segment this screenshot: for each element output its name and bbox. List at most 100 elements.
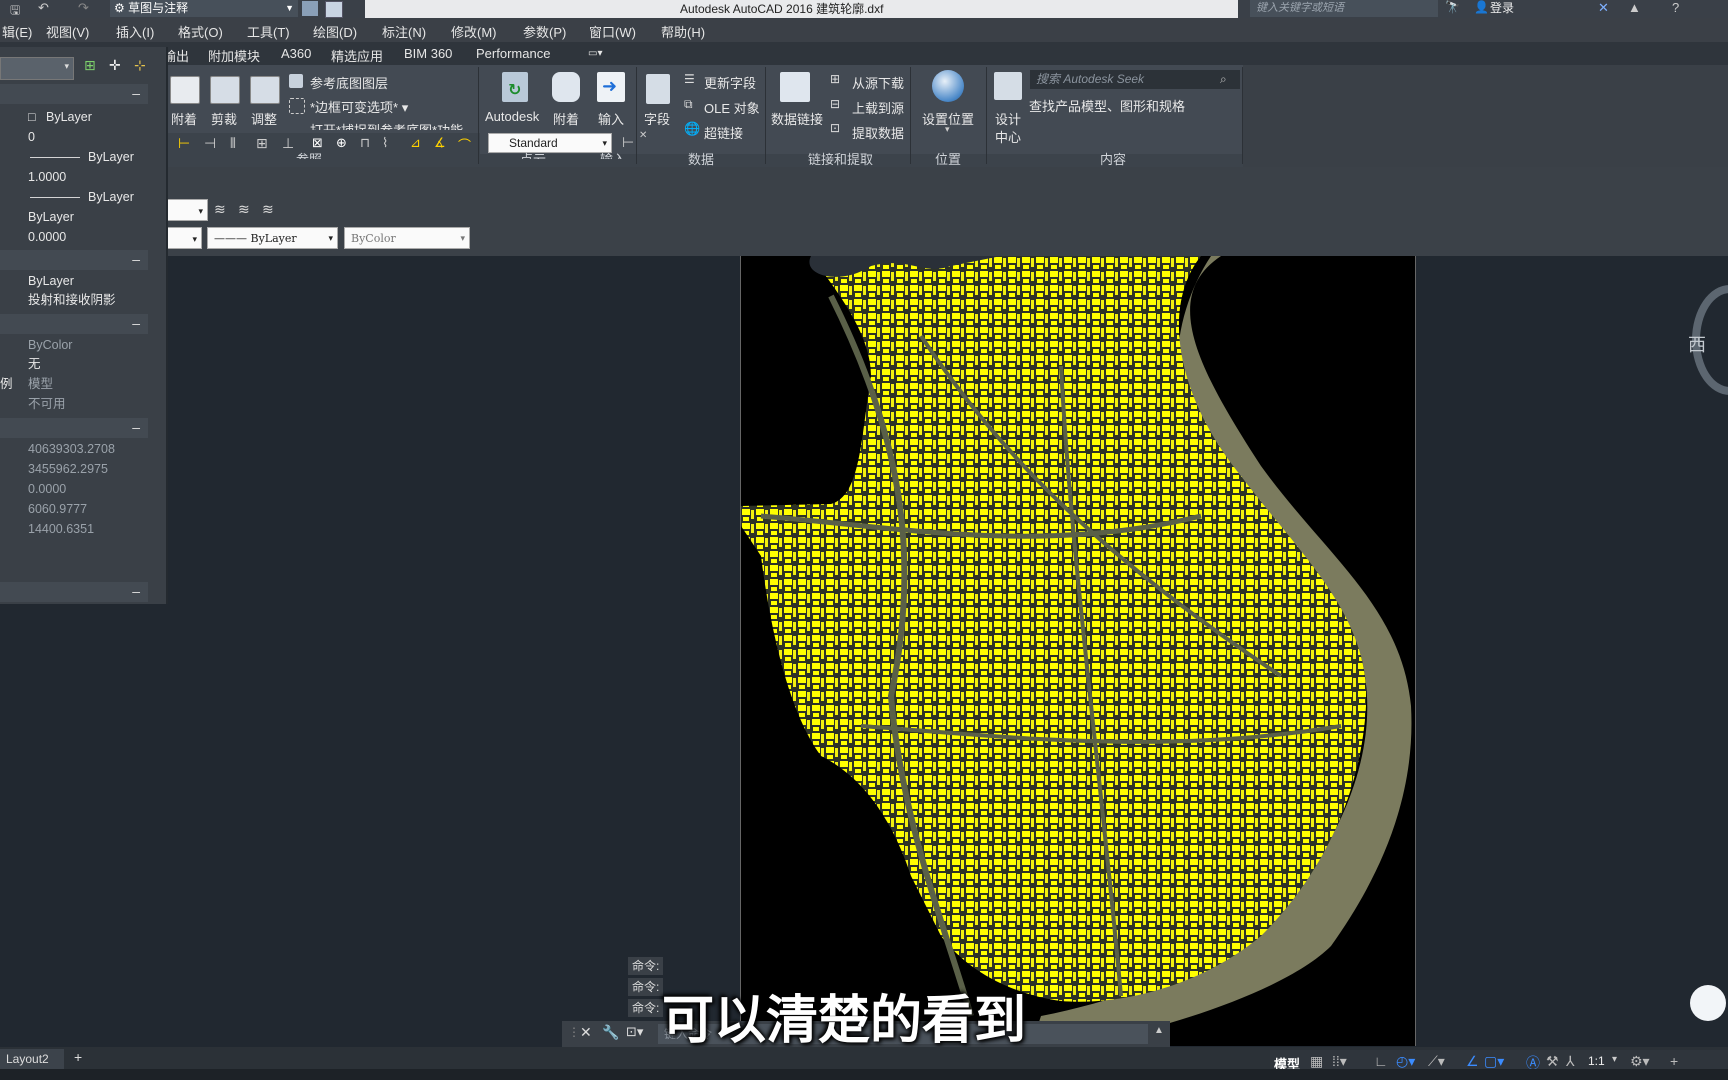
center-mark-icon[interactable]: ⊕ <box>336 135 347 151</box>
exchange-icon[interactable]: ✕ <box>1598 0 1609 16</box>
redo-icon[interactable]: ↷ <box>78 0 89 16</box>
help-icon[interactable]: ? <box>1672 0 1679 15</box>
layer-match-icon[interactable]: ≋ <box>238 201 250 218</box>
menu-format[interactable]: 格式(O) <box>178 22 223 41</box>
menu-dimension[interactable]: 标注(N) <box>382 22 426 41</box>
undo-icon[interactable]: ↶ <box>38 0 49 16</box>
menu-help[interactable]: 帮助(H) <box>661 22 705 41</box>
attach-button[interactable]: 附着 <box>171 109 197 128</box>
snap-icon[interactable]: ⁞⁞▾ <box>1332 1053 1347 1070</box>
continue-dim-icon[interactable]: ⊞ <box>256 135 268 152</box>
hyperlink-button[interactable]: 超链接 <box>704 123 743 142</box>
field-icon[interactable] <box>646 74 670 104</box>
plot-section-header[interactable]: – <box>0 314 148 334</box>
login-link[interactable]: 登录 <box>1490 0 1514 17</box>
underlay-layers-button[interactable]: 参考底图图层 <box>310 73 388 92</box>
customize-icon[interactable]: 🔧 <box>602 1024 619 1041</box>
upload-to-source-button[interactable]: 上载到源 <box>852 98 904 117</box>
angular-dim-icon[interactable]: ∡ <box>434 135 446 151</box>
a360-icon[interactable]: ▲ <box>1628 0 1641 15</box>
design-center-label-1[interactable]: 设计 <box>995 109 1021 128</box>
close-toolbar-icon[interactable]: ✕ <box>639 130 647 141</box>
ribbon-minimize-icon[interactable]: ▭▾ <box>588 48 602 59</box>
selection-dropdown[interactable]: ▾ <box>0 57 74 80</box>
prop-layer[interactable]: 0 <box>0 127 148 147</box>
prop-width[interactable]: 14400.6351 <box>0 519 148 539</box>
viewcube-compass[interactable]: 西 <box>1688 285 1728 395</box>
seek-search-icon[interactable]: ⌕ <box>1220 72 1227 87</box>
user-icon[interactable]: 👤 <box>1474 0 1489 14</box>
general-section-header[interactable]: – <box>0 84 148 104</box>
prop-center-y[interactable]: 3455962.2975 <box>0 459 148 479</box>
text-style-dropdown[interactable]: Standard ▾ <box>488 133 612 153</box>
prop-plot-style[interactable]: ByColor <box>0 335 148 355</box>
download-from-source-button[interactable]: 从源下载 <box>852 73 904 92</box>
update-fields-button[interactable]: 更新字段 <box>704 73 756 92</box>
input-button[interactable]: 输入 <box>598 109 624 128</box>
prop-plot-table[interactable]: 无 <box>0 354 148 374</box>
menu-tools[interactable]: 工具(T) <box>247 22 290 41</box>
tab-featured-apps[interactable]: 精选应用 <box>331 46 383 65</box>
layer-previous-icon[interactable]: ≋ <box>262 201 274 218</box>
linetype-dropdown[interactable]: ——— ByLayer ▾ <box>207 227 338 249</box>
globe-icon[interactable] <box>932 70 964 102</box>
autodesk-seek-input[interactable]: 搜索 Autodesk Seek <box>1030 70 1240 89</box>
baseline-dim-icon[interactable]: ⫴ <box>230 135 236 152</box>
ordinate-dim-icon[interactable]: ⊥ <box>282 135 294 152</box>
prop-center-z[interactable]: 0.0000 <box>0 479 148 499</box>
layer-state-icon[interactable]: ≋ <box>214 201 226 218</box>
command-prompt-icon[interactable]: ⊡▾ <box>626 1024 643 1040</box>
clip-icon[interactable] <box>210 76 240 104</box>
tab-performance[interactable]: Performance <box>476 46 550 61</box>
frames-dropdown[interactable]: *边框可变选项* ▾ <box>310 97 408 116</box>
adjust-icon[interactable] <box>250 76 280 104</box>
grid-icon[interactable]: ▦ <box>1310 1053 1323 1070</box>
input-icon[interactable]: ➜ <box>597 72 625 102</box>
prop-plot-available[interactable]: 不可用 <box>0 394 148 414</box>
prop-lineweight[interactable]: ———— ByLayer <box>0 187 148 207</box>
menu-insert[interactable]: 插入(I) <box>116 22 154 41</box>
menu-draw[interactable]: 绘图(D) <box>313 22 357 41</box>
plot-icon[interactable] <box>302 1 318 16</box>
design-center-label-2[interactable]: 中心 <box>995 127 1021 146</box>
isodraft-icon[interactable]: ⟋▾ <box>1428 1053 1445 1070</box>
prop-linetype-scale[interactable]: 1.0000 <box>0 167 148 187</box>
view-section-header[interactable]: – <box>0 418 148 438</box>
prop-height[interactable]: 6060.9777 <box>0 499 148 519</box>
prop-center-x[interactable]: 40639303.2708 <box>0 439 148 459</box>
radius-dim-icon[interactable]: ⌒ <box>458 135 471 154</box>
extract-data-button[interactable]: 提取数据 <box>852 123 904 142</box>
prop-material[interactable]: ByLayer <box>0 271 148 291</box>
prop-plot-space[interactable]: 例 模型 <box>0 374 148 394</box>
tab-a360[interactable]: A360 <box>281 46 311 61</box>
workspace-gear-icon[interactable]: ⚙▾ <box>1630 1053 1650 1070</box>
field-button[interactable]: 字段 <box>644 109 670 128</box>
3d-visual-section-header[interactable]: – <box>0 250 148 270</box>
toggle-pickadd-icon[interactable]: ⊞ <box>84 57 96 74</box>
inspect-icon[interactable]: ⊓ <box>360 135 370 151</box>
arc-length-icon[interactable]: ⊿ <box>410 135 421 151</box>
annotation-scale-icon[interactable]: ⅄ <box>1566 1053 1575 1070</box>
command-history-toggle-icon[interactable]: ▲ <box>1154 1025 1164 1036</box>
tab-addins[interactable]: 附加模块 <box>208 46 260 65</box>
color-dropdown[interactable]: ▾ <box>166 199 208 221</box>
adjust-button[interactable]: 调整 <box>251 109 277 128</box>
workspace-dropdown[interactable]: ⚙ 草图与注释 ▼ <box>110 0 298 17</box>
keyword-search-input[interactable]: 键入关键字或短语 <box>1250 0 1438 17</box>
prop-linetype[interactable]: ———— ByLayer <box>0 147 148 167</box>
layer-dropdown[interactable]: ▾ <box>166 227 202 249</box>
grip-icon[interactable]: ⋮ <box>568 1025 580 1039</box>
menu-window[interactable]: 窗口(W) <box>589 22 636 41</box>
tab-bim360[interactable]: BIM 360 <box>404 46 452 61</box>
autodesk-button[interactable]: Autodesk <box>485 109 539 124</box>
add-layout-icon[interactable]: + <box>74 1049 82 1065</box>
prop-color[interactable]: □ ByLayer <box>0 107 148 127</box>
clip-button[interactable]: 剪裁 <box>211 109 237 128</box>
tab-layout2[interactable]: Layout2 <box>0 1049 64 1069</box>
drawing-canvas[interactable] <box>740 256 1416 1046</box>
scale-dropdown-icon[interactable]: ▾ <box>1612 1054 1617 1065</box>
menu-edit[interactable]: 辑(E) <box>2 22 32 41</box>
attach-pdf-icon[interactable] <box>552 72 580 102</box>
data-link-button[interactable]: 数据链接 <box>771 109 823 128</box>
import-attach-button[interactable]: 附着 <box>553 109 579 128</box>
